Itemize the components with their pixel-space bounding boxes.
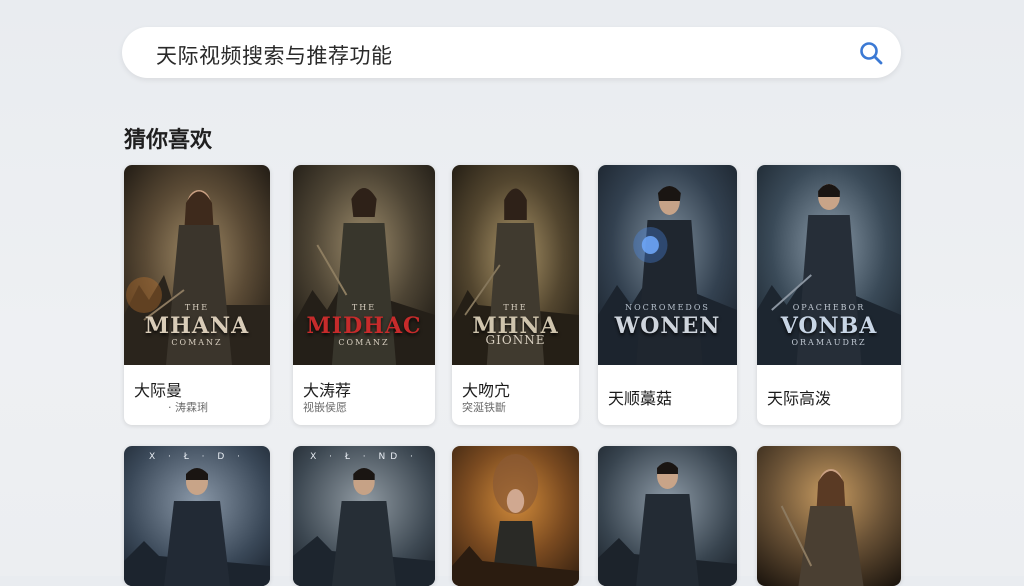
movie-card[interactable]: THE MIDHAC COMANZ 大涛荐 视嵌侯愿 [293,165,435,425]
poster-subtitle: ORAMAUDRZ [791,338,867,347]
search-bar[interactable]: 天际视频搜索与推荐功能 [122,27,901,78]
movie-card[interactable]: X · Ł · D · [124,446,270,586]
poster-tagline: NOCROMEDOS [625,303,710,312]
poster-tagline: OPACHEBOR [792,303,866,312]
movie-poster: THE MHANA COMANZ [124,165,270,365]
movie-title: 大涛荐 [303,381,352,400]
movie-card[interactable]: X · Ł · ND · [293,446,435,586]
movie-title: 大际曼 [134,381,183,400]
poster-tagline: THE [184,303,210,312]
movie-title: 天顺藁菇 [608,389,673,408]
search-icon[interactable] [858,40,884,66]
movie-poster: THE MHNA GIONNE [452,165,579,365]
movie-poster: THE MIDHAC COMANZ [293,165,435,365]
movie-poster [757,446,901,586]
movie-card[interactable]: THE MHANA COMANZ 大际曼 · 涛霖琍 [124,165,270,425]
movie-poster [452,446,579,586]
poster-title: MHANA [144,313,250,339]
poster-tagline: THE [351,303,377,312]
movie-card[interactable] [452,446,579,586]
poster-subtitle: GIONNE [485,333,546,347]
poster-title: MIDHAC [306,313,422,339]
movie-card[interactable] [598,446,737,586]
poster-title: X · Ł · ND · [310,452,418,462]
movie-card[interactable] [757,446,901,586]
movie-card[interactable]: OPACHEBOR VONBA ORAMAUDRZ 天际高泼 [757,165,901,425]
movie-card[interactable]: NOCROMEDOS WONEN 天顺藁菇 [598,165,737,425]
movie-poster: X · Ł · ND · [293,446,435,586]
movie-subtitle: · 涛霖琍 [168,401,208,414]
movie-subtitle: 视嵌侯愿 [303,401,347,414]
poster-title: WONEN [614,313,721,339]
search-input[interactable]: 天际视频搜索与推荐功能 [156,40,393,70]
poster-subtitle: COMANZ [171,338,223,347]
movie-poster: NOCROMEDOS WONEN [598,165,737,365]
poster-subtitle: COMANZ [338,338,390,347]
movie-title: 大吻宂 [462,381,511,400]
section-title: 猜你喜欢 [124,128,213,153]
movie-card[interactable]: THE MHNA GIONNE 大吻宂 突涎铁斷 [452,165,579,425]
movie-poster: OPACHEBOR VONBA ORAMAUDRZ [757,165,901,365]
movie-subtitle: 突涎铁斷 [462,401,506,414]
poster-title: X · Ł · D · [148,452,246,462]
movie-poster: X · Ł · D · [124,446,270,586]
movie-poster [598,446,737,586]
poster-title: VONBA [780,313,878,339]
poster-tagline: THE [503,303,528,312]
movie-title: 天际高泼 [767,389,832,408]
